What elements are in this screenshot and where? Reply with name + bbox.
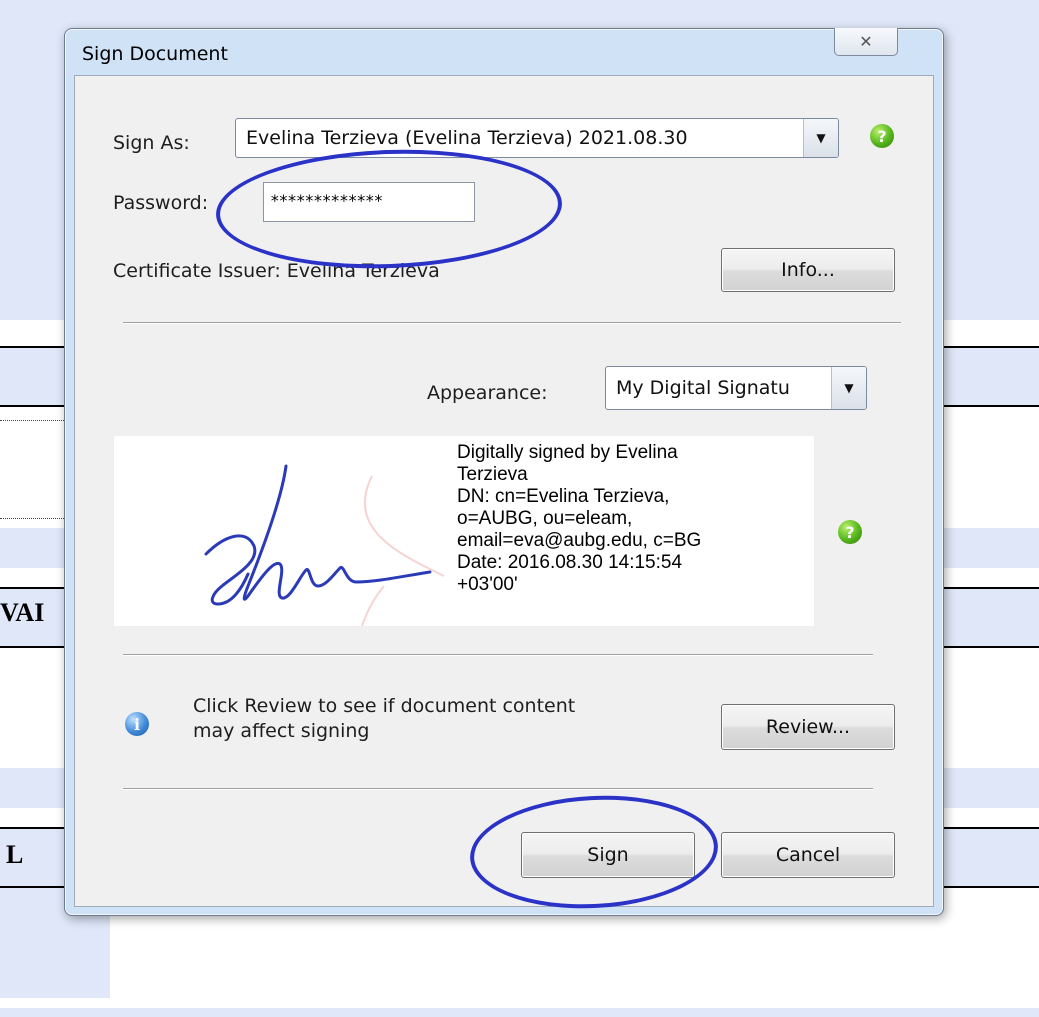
signature-detail-line: email=eva@aubg.edu, c=BG [457, 530, 702, 551]
bg-text-fragment: L [6, 840, 24, 869]
sign-as-value: Evelina Terzieva (Evelina Terzieva) 2021… [246, 127, 688, 149]
review-message-line: Click Review to see if document content [193, 695, 576, 717]
info-icon: i [125, 712, 149, 736]
handwritten-signature-image [204, 464, 445, 626]
sign-as-dropdown[interactable]: Evelina Terzieva (Evelina Terzieva) 2021… [235, 118, 839, 158]
certificate-issuer-label: Certificate Issuer: Evelina Terzieva [113, 260, 440, 282]
password-label: Password: [113, 192, 209, 214]
signature-preview: Digitally signed by Evelina Terzieva DN:… [114, 436, 814, 626]
separator [123, 788, 873, 790]
dialog-content: Sign As: Evelina Terzieva (Evelina Terzi… [74, 75, 934, 907]
signature-detail-line: Terzieva [457, 464, 528, 485]
help-icon[interactable]: ? [870, 124, 894, 148]
close-button[interactable]: ✕ [834, 28, 898, 56]
help-icon[interactable]: ? [838, 520, 862, 544]
review-message-line: may affect signing [193, 720, 370, 742]
appearance-dropdown[interactable]: My Digital Signatu ▼ [605, 366, 867, 410]
appearance-value: My Digital Signatu [616, 377, 790, 399]
cancel-button[interactable]: Cancel [721, 832, 895, 878]
bg-text-fragment: VAI [0, 598, 45, 627]
signature-details: Digitally signed by Evelina Terzieva DN:… [457, 442, 807, 596]
bg-dotted-rule [0, 420, 64, 421]
signature-detail-line: Digitally signed by Evelina [457, 442, 678, 463]
signature-detail-line: Date: 2016.08.30 14:15:54 [457, 552, 683, 573]
bg-dotted-rule [0, 518, 64, 519]
signature-detail-line: o=AUBG, ou=eleam, [457, 508, 633, 529]
close-icon: ✕ [859, 33, 873, 51]
separator [123, 654, 873, 656]
signature-detail-line: +03'00' [457, 574, 518, 595]
signature-detail-line: DN: cn=Evelina Terzieva, [457, 486, 670, 507]
info-button[interactable]: Info... [721, 248, 895, 292]
chevron-down-icon[interactable]: ▼ [803, 119, 838, 157]
sign-document-dialog: Sign Document ✕ Sign As: Evelina Terziev… [64, 28, 944, 916]
appearance-label: Appearance: [427, 382, 548, 404]
review-message: Click Review to see if document content … [193, 694, 575, 744]
dialog-title: Sign Document [82, 43, 228, 65]
sign-as-label: Sign As: [113, 132, 190, 154]
review-button[interactable]: Review... [721, 704, 895, 750]
separator [123, 322, 901, 324]
chevron-down-icon[interactable]: ▼ [831, 367, 866, 409]
password-field[interactable]: ************* [263, 182, 475, 222]
sign-button[interactable]: Sign [521, 832, 695, 878]
bg-band [0, 1008, 1039, 1017]
